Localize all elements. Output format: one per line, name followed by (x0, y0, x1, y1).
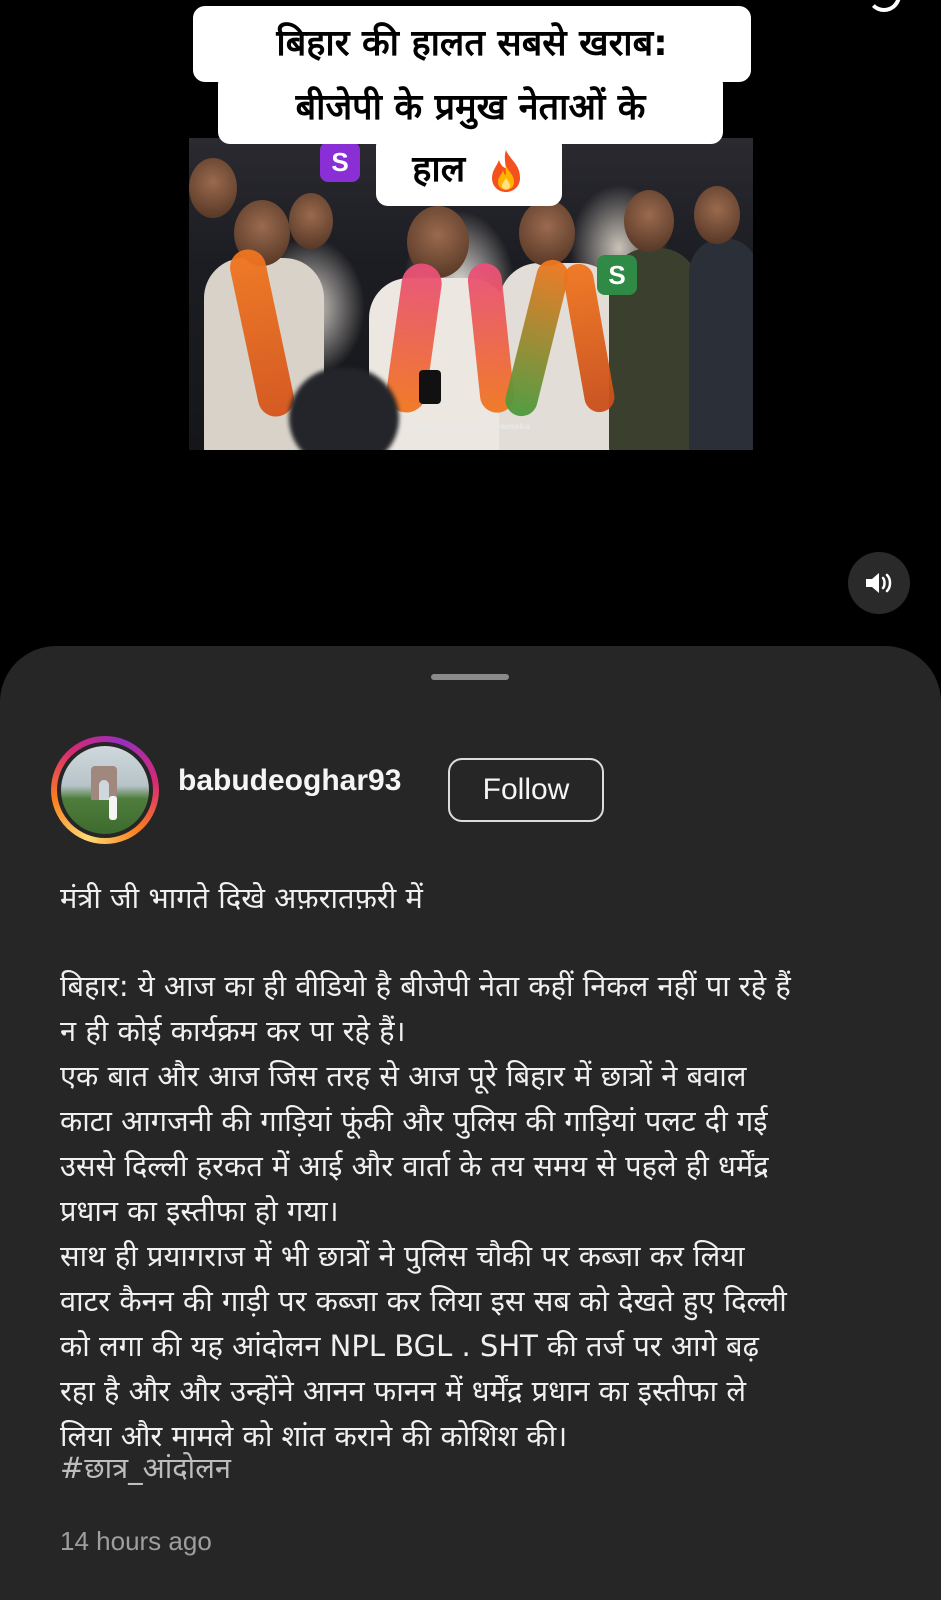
caption-line: को लगा की यह आंदोलन NPL BGL . SHT की तर्… (60, 1329, 759, 1363)
headline-text: बीजेपी के प्रमुख नेताओं के (295, 87, 646, 128)
headline-text: बिहार की हालत सबसे खराब: (276, 23, 668, 64)
caption-line: प्रधान का इस्तीफा हो गया। (60, 1194, 339, 1228)
s-logo-badge: S (320, 142, 360, 182)
s-logo-badge: S (597, 255, 637, 295)
video-phone (419, 370, 441, 404)
avatar-monument-arch (99, 780, 109, 800)
video-crowd-figure (289, 193, 333, 249)
avatar-person (109, 796, 117, 820)
avatar-image (61, 746, 149, 834)
caption-line: न ही कोई कार्यक्रम कर पा रहे हैं। (60, 1014, 406, 1048)
hashtag-link[interactable]: #छात्र_आंदोलन (60, 1448, 231, 1487)
video-crowd-figure (189, 158, 237, 218)
caption-line: उससे दिल्ली हरकत में आई और वार्ता के तय … (60, 1149, 769, 1183)
video-crowd-figure (624, 190, 674, 252)
caption-first-line: मंत्री जी भागते दिखे अफ़रातफ़री में (60, 881, 423, 915)
video-headline-line-1: बिहार की हालत सबसे खराब: (193, 6, 751, 82)
video-crowd-figure (289, 368, 399, 450)
follow-button[interactable]: Follow (448, 758, 604, 822)
post-info-sheet: babudeoghar93 Follow मंत्री जी भागते दिख… (0, 646, 941, 1600)
video-crowd-figure (694, 186, 740, 244)
refresh-icon (867, 0, 901, 12)
video-player[interactable]: Live Bhojpuriya Dhamaka S S बिहार की हाल… (0, 0, 941, 660)
video-crowd-figure (689, 238, 753, 450)
avatar[interactable] (57, 742, 153, 838)
caption-line: बिहार: ये आज का ही वीडियो है बीजेपी नेता… (60, 969, 791, 1003)
caption-line: वाटर कैनन की गाड़ी पर कब्जा कर लिया इस स… (60, 1284, 787, 1318)
caption-line: काटा आगजनी की गाड़ियां फूंकी और पुलिस की… (60, 1104, 768, 1138)
caption-line: साथ ही प्रयागराज में भी छात्रों ने पुलिस… (60, 1239, 745, 1273)
headline-text: हाल (412, 149, 466, 190)
video-crowd-figure (519, 200, 575, 266)
sheet-drag-handle[interactable] (431, 674, 509, 680)
post-timestamp: 14 hours ago (60, 1526, 212, 1556)
video-headline-line-3: हाल (376, 134, 562, 206)
caption-line: एक बात और आज जिस तरह से आज पूरे बिहार मे… (60, 1059, 747, 1093)
fire-icon (491, 150, 520, 192)
username-link[interactable]: babudeoghar93 (178, 764, 401, 798)
avatar-story-ring[interactable] (51, 736, 159, 844)
speaker-icon (866, 573, 892, 593)
video-watermark: Live Bhojpuriya Dhamaka (415, 422, 530, 431)
caption-line: रहा है और और उन्होंने आनन फानन में धर्मे… (60, 1374, 747, 1408)
mute-toggle-button[interactable] (848, 552, 910, 614)
caption-body: बिहार: ये आज का ही वीडियो है बीजेपी नेता… (60, 964, 920, 1459)
